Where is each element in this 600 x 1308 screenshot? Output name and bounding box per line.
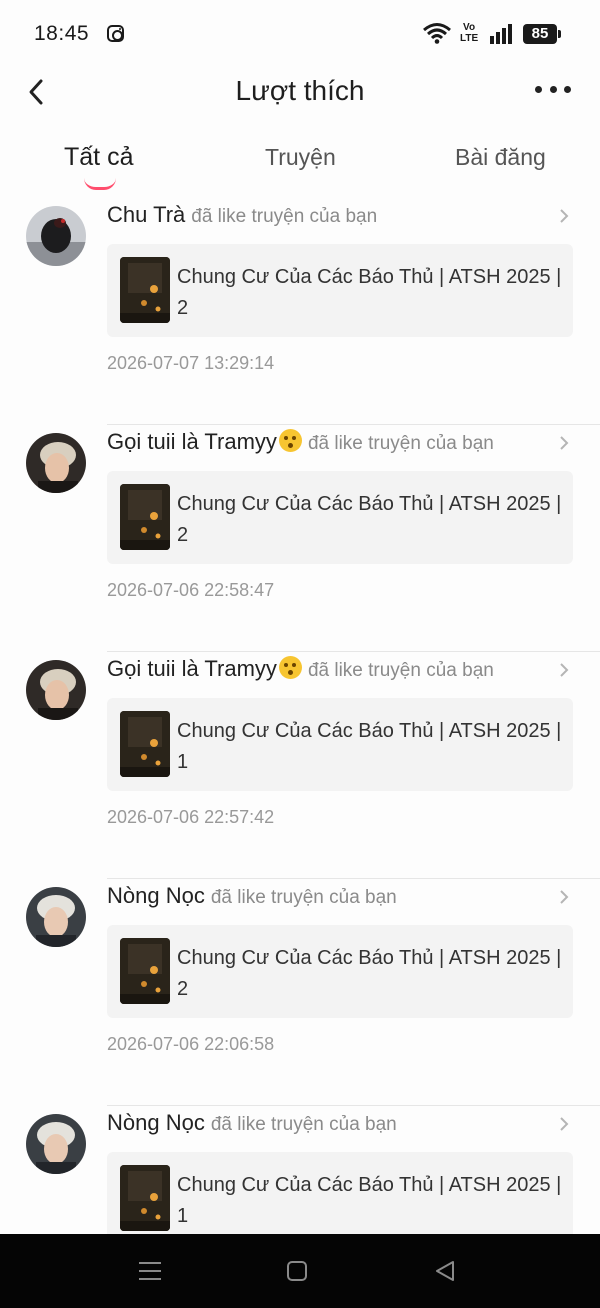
- story-title: Chung Cư Của Các Báo Thủ | ATSH 2025 | 2: [177, 266, 562, 319]
- instagram-icon: [107, 25, 124, 42]
- story-thumbnail: [120, 1165, 170, 1231]
- action-text: đã like truyện của bạn: [210, 1114, 397, 1135]
- status-time: 18:45: [34, 22, 90, 45]
- name-row: Nòng Nọc đã like truyện của bạn: [107, 883, 547, 909]
- tab-stories[interactable]: Truyện: [265, 144, 336, 171]
- story-title: Chung Cư Của Các Báo Thủ | ATSH 2025 | 1: [177, 1174, 562, 1227]
- avatar-image: [26, 660, 86, 720]
- notification-item[interactable]: Gọi tuii là Tramyy đã like truyện của bạn…: [0, 652, 600, 879]
- action-text: đã like truyện của bạn: [210, 887, 397, 908]
- action-text: đã like truyện của bạn: [191, 206, 378, 227]
- battery-indicator: 85: [523, 24, 561, 44]
- timestamp: 2026-07-06 22:57:42: [107, 807, 275, 827]
- status-bar: 18:45 Vo LTE 85: [0, 0, 600, 66]
- chevron-right-icon[interactable]: [556, 887, 572, 907]
- name-row: Nòng Nọc đã like truyện của bạn: [107, 1110, 547, 1136]
- story-thumbnail: [120, 257, 170, 323]
- chevron-right-icon[interactable]: [556, 206, 572, 226]
- avatar[interactable]: [26, 887, 86, 947]
- menu-lines-icon[interactable]: [138, 1259, 162, 1283]
- system-nav-bar: [0, 1234, 600, 1308]
- avatar[interactable]: [26, 206, 86, 266]
- notification-item[interactable]: Nòng Nọc đã like truyện của bạn Chung Cư …: [0, 879, 600, 1106]
- timestamp: 2026-07-07 13:29:14: [107, 353, 275, 373]
- avatar[interactable]: [26, 433, 86, 493]
- action-text: đã like truyện của bạn: [307, 433, 494, 454]
- name-row: Chu Trà đã like truyện của bạn: [107, 202, 547, 228]
- user-name[interactable]: Gọi tuii là Tramyy: [107, 656, 277, 681]
- story-card[interactable]: Chung Cư Của Các Báo Thủ | ATSH 2025 | 2: [107, 925, 573, 1018]
- notification-list: Chu Trà đã like truyện của bạn Chung Cư C…: [0, 198, 600, 1308]
- back-triangle-icon[interactable]: [433, 1259, 457, 1283]
- tab-posts[interactable]: Bài đăng: [455, 144, 546, 171]
- story-card[interactable]: Chung Cư Của Các Báo Thủ | ATSH 2025 | 2: [107, 244, 573, 337]
- astonished-face-icon: [278, 656, 302, 679]
- more-options-button[interactable]: [532, 74, 574, 104]
- more-dots-icon: [535, 85, 542, 93]
- name-row: Gọi tuii là Tramyy đã like truyện của bạn: [107, 656, 547, 682]
- notification-item[interactable]: Chu Trà đã like truyện của bạn Chung Cư C…: [0, 198, 600, 425]
- story-card[interactable]: Chung Cư Của Các Báo Thủ | ATSH 2025 | 2: [107, 471, 573, 564]
- chevron-right-icon[interactable]: [556, 1114, 572, 1134]
- story-thumbnail: [120, 711, 170, 777]
- timestamp: 2026-07-06 22:58:47: [107, 580, 275, 600]
- avatar-image: [26, 1114, 86, 1174]
- volte-icon: Vo LTE: [460, 22, 479, 44]
- story-title: Chung Cư Của Các Báo Thủ | ATSH 2025 | 2: [177, 493, 562, 546]
- story-title: Chung Cư Của Các Báo Thủ | ATSH 2025 | 2: [177, 947, 562, 1000]
- timestamp: 2026-07-06 22:06:58: [107, 1034, 275, 1054]
- page-title: Lượt thích: [235, 75, 365, 106]
- story-thumbnail: [120, 484, 170, 550]
- avatar-image: [26, 433, 86, 493]
- user-name[interactable]: Chu Trà: [107, 202, 185, 227]
- avatar[interactable]: [26, 1114, 86, 1174]
- avatar[interactable]: [26, 660, 86, 720]
- wifi-icon: [423, 23, 451, 44]
- tab-all[interactable]: Tất cả: [64, 143, 133, 172]
- astonished-face-icon: [278, 429, 302, 452]
- chevron-right-icon[interactable]: [556, 660, 572, 680]
- avatar-image: [26, 206, 86, 266]
- name-row: Gọi tuii là Tramyy đã like truyện của bạn: [107, 429, 547, 455]
- tab-active-indicator: [84, 178, 116, 190]
- notification-item[interactable]: Gọi tuii là Tramyy đã like truyện của bạn…: [0, 425, 600, 652]
- signal-icon: [490, 24, 512, 44]
- action-text: đã like truyện của bạn: [307, 660, 494, 681]
- story-thumbnail: [120, 938, 170, 1004]
- chevron-right-icon[interactable]: [556, 433, 572, 453]
- avatar-image: [26, 887, 86, 947]
- story-card[interactable]: Chung Cư Của Các Báo Thủ | ATSH 2025 | 1: [107, 1152, 573, 1245]
- home-square-icon[interactable]: [286, 1259, 308, 1283]
- user-name[interactable]: Nòng Nọc: [107, 1110, 205, 1135]
- user-name[interactable]: Nòng Nọc: [107, 883, 205, 908]
- story-card[interactable]: Chung Cư Của Các Báo Thủ | ATSH 2025 | 1: [107, 698, 573, 791]
- header: Lượt thích: [0, 66, 600, 126]
- story-title: Chung Cư Của Các Báo Thủ | ATSH 2025 | 1: [177, 720, 562, 773]
- user-name[interactable]: Gọi tuii là Tramyy: [107, 429, 277, 454]
- tab-bar: Tất cả Truyện Bài đăng: [0, 138, 600, 198]
